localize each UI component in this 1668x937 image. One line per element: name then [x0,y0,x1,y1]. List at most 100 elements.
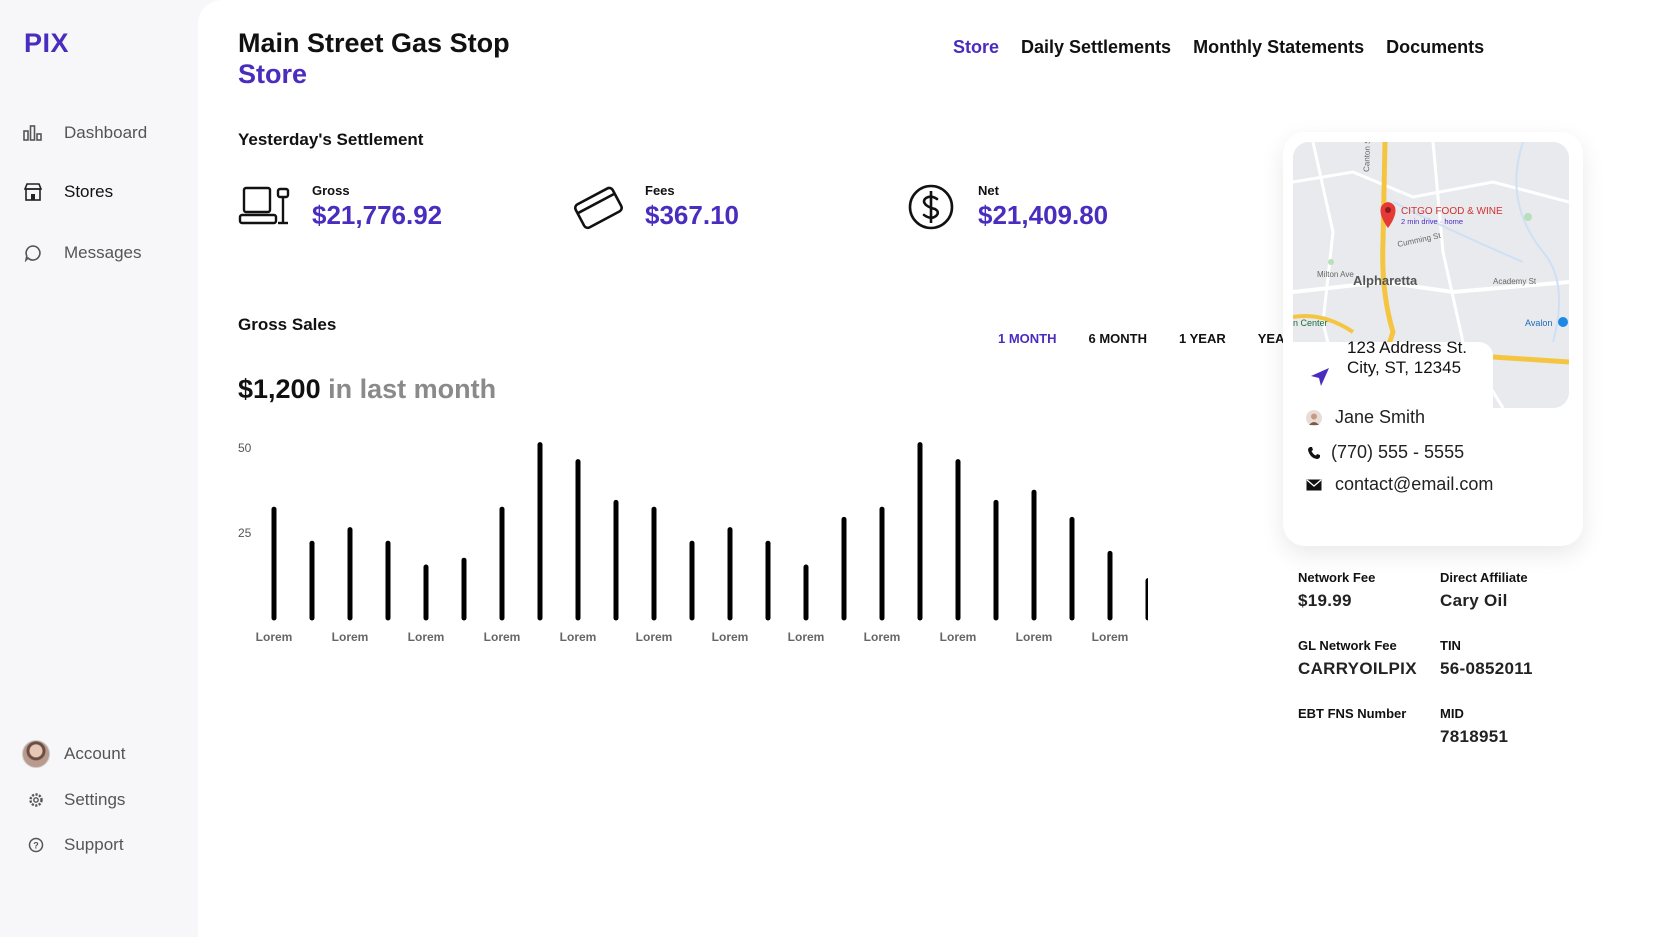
direct-affiliate-value: Cary Oil [1440,591,1508,610]
direct-affiliate: Direct Affiliate Cary Oil [1440,570,1528,611]
network-fee-value: $19.99 [1298,591,1352,610]
sidebar-item-account[interactable]: Account [22,740,126,768]
direct-affiliate-label: Direct Affiliate [1440,570,1528,585]
mail-icon [1305,476,1323,494]
fees-label: Fees [645,183,675,198]
sidebar-item-label: Stores [64,182,114,201]
svg-text:?: ? [33,841,39,851]
credit-card-icon [571,180,625,234]
tin-value: 56-0852011 [1440,659,1533,678]
store-icon [22,181,44,203]
sidebar-item-stores[interactable]: Stores [22,181,113,203]
map-street-label: Milton Ave [1317,270,1354,279]
y-tick-label: 25 [238,526,252,540]
contact-phone-row: (770) 555 - 5555 [1305,442,1464,463]
map-street-label: Academy St [1493,277,1537,286]
contact-email[interactable]: contact@email.com [1335,474,1493,495]
x-tick-label: Lorem [636,630,673,644]
sidebar-item-support[interactable]: ? Support [22,834,124,856]
range-6-month[interactable]: 6 MONTH [1089,331,1148,346]
gross-sales-title: Gross Sales [238,315,337,334]
x-tick-label: Lorem [484,630,521,644]
sidebar-item-dashboard[interactable]: Dashboard [22,122,147,144]
mid-label: MID [1440,706,1464,721]
ebt-fns-number-label: EBT FNS Number [1298,706,1407,721]
chat-icon [22,242,44,264]
x-tick-label: Lorem [256,630,293,644]
top-tabs: Store Daily Settlements Monthly Statemen… [953,37,1506,58]
tab-documents[interactable]: Documents [1386,37,1484,58]
gl-network-fee-label: GL Network Fee [1298,638,1397,653]
contact-name: Jane Smith [1335,407,1426,427]
sidebar-item-label: Messages [64,243,142,262]
mid: MID 7818951 [1440,706,1508,747]
gross-sales-amount: $1,200 [238,374,321,404]
network-fee-label: Network Fee [1298,570,1376,585]
avatar [22,740,50,768]
tab-daily-settlements[interactable]: Daily Settlements [1021,37,1171,58]
contact-name-row: Jane Smith [1305,407,1425,428]
page-subtitle: Store [238,59,308,89]
range-1-month[interactable]: 1 MONTH [998,331,1057,346]
app-logo[interactable]: PIX [24,28,69,59]
x-tick-label: Lorem [712,630,749,644]
fees-stat: Fees $367.10 [571,180,739,234]
store-info-card: Canton St Cumming St Milton Ave Academy … [1283,132,1583,546]
x-tick-label: Lorem [940,630,977,644]
net-stat: Net $21,409.80 [904,180,1108,234]
gross-stat: Gross $21,776.92 [238,180,442,234]
x-tick-label: Lorem [408,630,445,644]
gross-value: $21,776.92 [312,200,443,230]
help-icon: ? [22,834,50,856]
y-tick-label: 50 [238,441,252,455]
network-fee: Network Fee $19.99 [1298,570,1375,611]
dollar-circle-icon [904,180,958,234]
sidebar: PIX Dashboard Stores Messages Account Se… [0,0,198,937]
gross-sales-chart: 50 25 Lorem Lorem Lorem Lorem Lorem Lorem Lorem L… [238,441,1148,644]
tab-monthly-statements[interactable]: Monthly Statements [1193,37,1364,58]
address-line-1: 123 Address St. [1347,338,1468,357]
net-label: Net [978,183,999,198]
fees-value: $367.10 [645,200,739,230]
navigation-arrow-icon[interactable] [1309,366,1331,393]
x-tick-label: Lorem [1092,630,1129,644]
x-tick-label: Lorem [788,630,825,644]
map-area-label: Avalon [1525,318,1552,328]
gear-icon [22,789,50,811]
address-line-2: City, ST, 12345 [1347,358,1462,377]
range-1-year[interactable]: 1 YEAR [1179,331,1226,346]
phone-icon [1305,444,1323,462]
x-tick-label: Lorem [332,630,369,644]
settlement-title: Yesterday's Settlement [238,130,424,149]
gl-network-fee: GL Network Fee CARRYOILPIX [1298,638,1417,679]
mid-value: 7818951 [1440,727,1509,746]
sidebar-item-label: Dashboard [64,123,148,142]
x-tick-label: Lorem [560,630,597,644]
gross-sales-period: in last month [328,374,497,404]
x-tick-label: Lorem [1016,630,1053,644]
gross-sales-summary: $1,200 in last month [238,374,496,405]
tin: TIN 56-0852011 [1440,638,1533,679]
gl-network-fee-value: CARRYOILPIX [1298,659,1417,678]
map-area-label: n Center [1293,318,1328,328]
sidebar-item-messages[interactable]: Messages [22,242,141,264]
main-panel: Main Street Gas Stop Store Store Daily S… [198,0,1668,937]
contact-email-row: contact@email.com [1305,474,1493,495]
contact-phone[interactable]: (770) 555 - 5555 [1331,442,1464,463]
page-title: Main Street Gas Stop [238,28,510,58]
register-icon [238,180,292,234]
net-value: $21,409.80 [978,200,1109,230]
sidebar-item-settings[interactable]: Settings [22,789,125,811]
map-street-label: Canton St [1362,142,1372,172]
ebt-fns-number: EBT FNS Number [1298,706,1406,727]
map-city-label: Alpharetta [1353,273,1418,288]
x-tick-label: Lorem [864,630,901,644]
map-place-label: CITGO FOOD & WINE [1401,206,1503,217]
sidebar-item-label: Support [64,835,124,854]
sidebar-item-label: Settings [64,790,126,809]
gross-label: Gross [312,183,350,198]
sidebar-item-label: Account [64,744,126,763]
tin-label: TIN [1440,638,1461,653]
bar-chart-icon [22,122,44,144]
tab-store[interactable]: Store [953,37,999,58]
